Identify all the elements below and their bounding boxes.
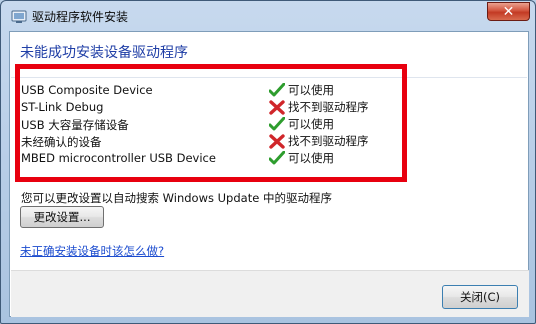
device-name: 未经确认的设备 <box>21 135 102 149</box>
error-x-icon <box>269 133 285 149</box>
change-settings-button[interactable]: 更改设置... <box>20 206 104 228</box>
check-icon <box>268 150 286 166</box>
title-bar[interactable]: 驱动程序软件安装 ✕ <box>1 1 536 31</box>
heading-divider <box>11 77 527 78</box>
list-item: 未经确认的设备 找不到驱动程序 <box>21 133 411 150</box>
error-x-icon <box>269 99 285 115</box>
close-icon: ✕ <box>502 3 515 20</box>
window-close-button[interactable]: ✕ <box>487 2 530 21</box>
windows-update-info: 您可以更改设置以自动搜索 Windows Update 中的驱动程序 <box>21 191 332 205</box>
device-name: MBED microcontroller USB Device <box>21 151 216 165</box>
check-icon <box>268 116 286 132</box>
device-driver-icon <box>10 7 28 25</box>
device-status-text: 找不到驱动程序 <box>288 134 369 148</box>
device-status-text: 找不到驱动程序 <box>288 100 369 114</box>
device-status: 可以使用 <box>268 82 334 98</box>
list-item: USB 大容量存储设备 可以使用 <box>21 116 411 133</box>
device-status-text: 可以使用 <box>288 83 334 97</box>
help-link[interactable]: 未正确安装设备时该怎么做? <box>20 243 164 259</box>
list-item: ST-Link Debug 找不到驱动程序 <box>21 99 411 116</box>
list-item: MBED microcontroller USB Device 可以使用 <box>21 150 411 167</box>
device-status-text: 可以使用 <box>288 117 334 131</box>
device-status: 可以使用 <box>268 150 334 166</box>
device-name: ST-Link Debug <box>21 100 104 114</box>
device-list: USB Composite Device 可以使用 ST-Link Debug … <box>21 82 411 167</box>
dialog-content: 未能成功安装设备驱动程序 USB Composite Device 可以使用 S… <box>9 31 529 317</box>
device-status: 找不到驱动程序 <box>269 133 369 149</box>
list-item: USB Composite Device 可以使用 <box>21 82 411 99</box>
dialog-window: 驱动程序软件安装 ✕ 未能成功安装设备驱动程序 USB Composite De… <box>0 0 536 324</box>
close-button[interactable]: 关闭(C) <box>442 285 518 309</box>
device-status-text: 可以使用 <box>288 151 334 165</box>
device-name: USB 大容量存储设备 <box>21 118 129 132</box>
check-icon <box>268 82 286 98</box>
page-title: 未能成功安装设备驱动程序 <box>20 45 188 61</box>
device-name: USB Composite Device <box>21 83 153 97</box>
device-status: 找不到驱动程序 <box>269 99 369 115</box>
window-title: 驱动程序软件安装 <box>32 10 129 24</box>
device-status: 可以使用 <box>268 116 334 132</box>
dialog-footer: 关闭(C) <box>11 270 529 317</box>
